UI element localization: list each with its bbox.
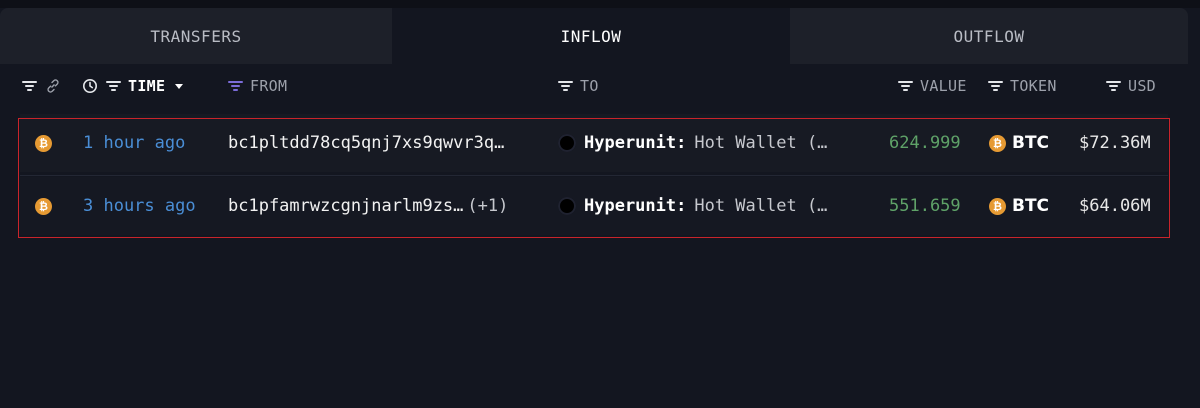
filter-icon[interactable] <box>1106 80 1121 92</box>
filter-icon[interactable] <box>898 80 913 92</box>
column-header-time[interactable]: TIME <box>82 72 185 100</box>
tab-outflow[interactable]: OUTFLOW <box>790 8 1188 64</box>
column-label-usd: USD <box>1128 77 1156 95</box>
column-header-value[interactable]: VALUE <box>898 72 967 100</box>
column-label-token: TOKEN <box>1010 77 1057 95</box>
column-header-usd[interactable]: USD <box>1106 72 1156 100</box>
clock-icon <box>83 79 97 93</box>
filter-icon[interactable] <box>988 80 1003 92</box>
column-label-from: FROM <box>250 77 288 95</box>
filter-icon[interactable] <box>22 80 37 92</box>
tab-inflow[interactable]: INFLOW <box>392 8 790 64</box>
column-header-to[interactable]: TO <box>558 72 599 100</box>
filter-icon[interactable] <box>228 80 243 92</box>
highlight-frame <box>18 118 1170 238</box>
filter-all-control[interactable] <box>22 72 61 100</box>
sort-down-icon[interactable] <box>173 81 185 91</box>
column-label-to: TO <box>580 77 599 95</box>
column-label-value: VALUE <box>920 77 967 95</box>
tab-transfers[interactable]: TRANSFERS <box>0 8 392 64</box>
filter-icon[interactable] <box>106 80 121 92</box>
column-header-token[interactable]: TOKEN <box>988 72 1057 100</box>
column-label-time: TIME <box>128 77 166 95</box>
link-icon[interactable] <box>45 78 61 94</box>
column-header-from[interactable]: FROM <box>228 72 287 100</box>
tab-bar: TRANSFERS INFLOW OUTFLOW <box>0 8 1188 64</box>
top-strip <box>0 0 1200 8</box>
filter-icon[interactable] <box>558 80 573 92</box>
